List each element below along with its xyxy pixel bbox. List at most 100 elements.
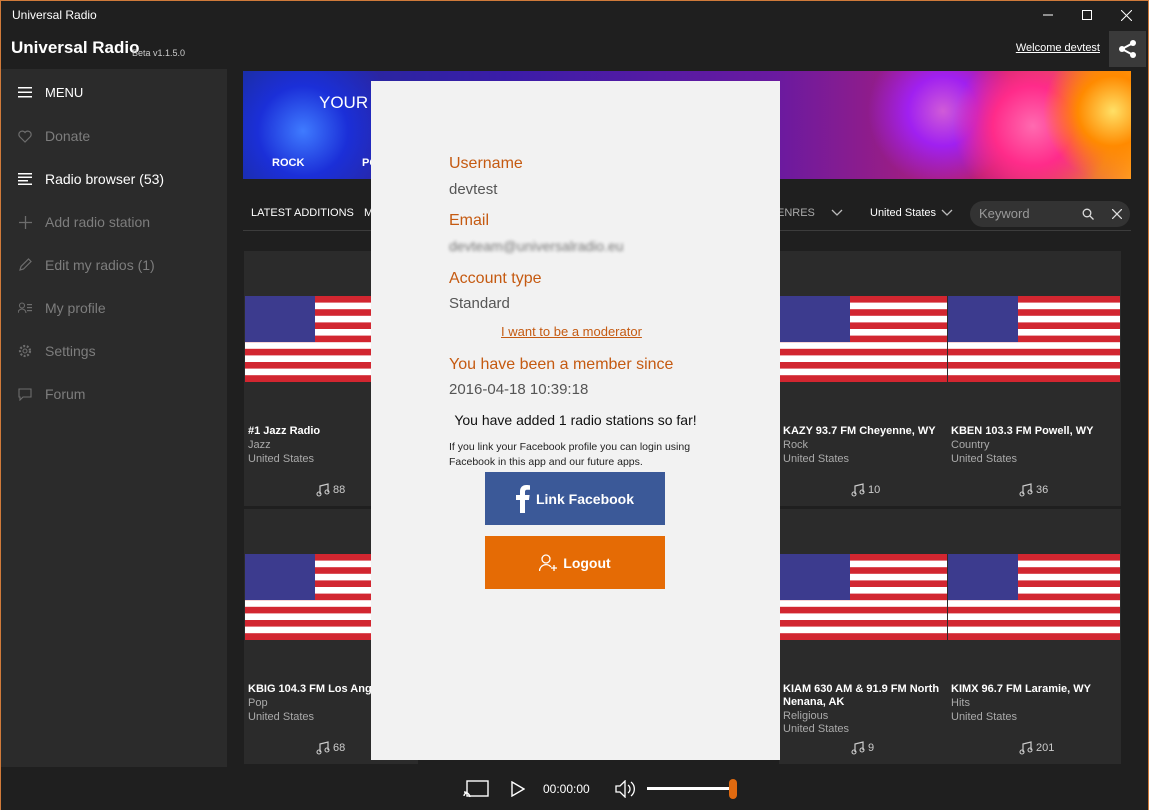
music-note-icon	[316, 483, 330, 497]
chevron-down-icon[interactable]	[831, 209, 843, 217]
share-button[interactable]	[1109, 31, 1146, 67]
tab-latest-additions[interactable]: LATEST ADDITIONS	[251, 207, 354, 219]
volume-slider[interactable]	[647, 787, 733, 790]
sidebar-item-label: Donate	[45, 128, 91, 144]
search-box[interactable]: Keyword	[970, 201, 1130, 227]
window-title: Universal Radio	[12, 8, 97, 22]
player-bar: 00:00:00	[1, 767, 1148, 810]
music-note-icon	[851, 483, 865, 497]
station-likes: 9	[851, 741, 874, 755]
chevron-down-icon[interactable]	[941, 209, 953, 217]
menu-toggle[interactable]: MENU	[1, 72, 227, 112]
link-facebook-label: Link Facebook	[535, 490, 635, 507]
logout-button[interactable]: Logout	[485, 536, 665, 589]
email-value: devteam@universalradio.eu	[449, 238, 624, 254]
plus-icon	[17, 214, 33, 230]
radio-card[interactable]: KIAM 630 AM & 91.9 FM North Nenana, AK R…	[779, 509, 953, 764]
username-value: devtest	[449, 181, 498, 198]
profile-icon	[17, 300, 33, 316]
sidebar-item-edit-radios[interactable]: Edit my radios (1)	[1, 245, 227, 285]
us-flag-icon	[780, 554, 952, 640]
station-likes: 68	[316, 741, 345, 755]
sidebar-item-label: Add radio station	[45, 214, 151, 230]
radio-card[interactable]: KIMX 96.7 FM Laramie, WY Hits United Sta…	[947, 509, 1121, 764]
banner-text: YOUR	[319, 93, 369, 112]
app-header: Universal Radio Beta v1.1.5.0 Welcome de…	[1, 29, 1148, 69]
music-note-icon	[316, 741, 330, 755]
station-likes: 10	[851, 483, 880, 497]
station-genre: Jazz	[248, 439, 271, 451]
sidebar-item-settings[interactable]: Settings	[1, 331, 227, 371]
link-facebook-button[interactable]: Link Facebook	[485, 472, 665, 525]
us-flag-icon	[780, 296, 952, 382]
music-note-icon	[1019, 741, 1033, 755]
banner-category-rock[interactable]: ROCK	[272, 157, 304, 169]
close-button[interactable]	[1103, 1, 1149, 29]
sidebar-item-forum[interactable]: Forum	[1, 374, 227, 414]
volume-icon[interactable]	[615, 780, 637, 798]
likes-count: 10	[868, 484, 881, 496]
station-country: United States	[783, 723, 850, 735]
moderator-request-link[interactable]: I want to be a moderator	[501, 324, 642, 339]
search-input[interactable]: Keyword	[979, 206, 1030, 221]
play-icon[interactable]	[511, 781, 525, 797]
station-name: KAZY 93.7 FM Cheyenne, WY	[783, 425, 936, 437]
profile-dialog: Username devtest Email devteam@universal…	[371, 81, 780, 760]
hamburger-icon	[17, 84, 33, 100]
clear-search-icon[interactable]	[1112, 209, 1122, 219]
volume-slider-thumb[interactable]	[729, 779, 737, 799]
station-name: KIMX 96.7 FM Laramie, WY	[951, 683, 1091, 695]
station-name: KBEN 103.3 FM Powell, WY	[951, 425, 1094, 437]
minimize-icon	[1043, 14, 1053, 16]
station-likes: 36	[1019, 483, 1048, 497]
stations-added-note: You have added 1 radio stations so far!	[454, 412, 697, 428]
sidebar-item-radio-browser[interactable]: Radio browser (53)	[1, 159, 227, 199]
station-country: United States	[951, 711, 1018, 723]
sidebar-item-donate[interactable]: Donate	[1, 116, 227, 156]
sidebar-item-label: Edit my radios (1)	[45, 257, 155, 273]
station-country: United States	[783, 453, 850, 465]
sidebar-item-label: Radio browser (53)	[45, 171, 165, 187]
sidebar-item-label: Forum	[45, 386, 86, 402]
email-label: Email	[449, 212, 490, 229]
station-genre: Religious	[783, 710, 829, 722]
station-genre: Hits	[951, 697, 970, 709]
account-type-value: Standard	[449, 295, 510, 312]
pencil-icon	[17, 257, 33, 273]
menu-label: MENU	[45, 84, 84, 100]
station-country: United States	[951, 453, 1018, 465]
genres-dropdown[interactable]: ENRES	[777, 207, 815, 219]
sidebar-item-label: My profile	[45, 300, 106, 316]
sidebar-item-add-radio[interactable]: Add radio station	[1, 202, 227, 242]
account-type-label: Account type	[449, 270, 542, 287]
facebook-note: If you link your Facebook profile you ca…	[449, 441, 691, 468]
playback-time: 00:00:00	[543, 782, 590, 796]
sidebar-item-my-profile[interactable]: My profile	[1, 288, 227, 328]
country-dropdown[interactable]: United States	[870, 207, 936, 219]
search-icon[interactable]	[1082, 208, 1094, 220]
likes-count: 88	[333, 484, 346, 496]
welcome-user-link[interactable]: Welcome devtest	[1016, 42, 1100, 54]
likes-count: 36	[1036, 484, 1049, 496]
heart-icon	[17, 128, 33, 144]
station-country: United States	[248, 711, 315, 723]
music-note-icon	[851, 741, 865, 755]
window-titlebar: Universal Radio	[1, 1, 1148, 29]
cast-icon[interactable]	[463, 780, 489, 798]
music-note-icon	[1019, 483, 1033, 497]
station-likes: 201	[1019, 741, 1054, 755]
user-icon	[539, 553, 558, 571]
us-flag-icon	[948, 296, 1120, 382]
share-icon	[1118, 40, 1136, 58]
likes-count: 9	[868, 742, 875, 754]
station-country: United States	[248, 453, 315, 465]
radio-card[interactable]: KAZY 93.7 FM Cheyenne, WY Rock United St…	[779, 251, 953, 506]
facebook-icon	[515, 484, 530, 513]
maximize-icon	[1082, 10, 1092, 20]
app-title: Universal Radio	[11, 38, 140, 57]
station-genre: Pop	[248, 697, 268, 709]
sidebar: MENU Donate Radio browser (53) Add radio…	[1, 69, 227, 767]
sidebar-item-label: Settings	[45, 343, 96, 359]
radio-card[interactable]: KBEN 103.3 FM Powell, WY Country United …	[947, 251, 1121, 506]
gear-icon	[17, 343, 33, 359]
